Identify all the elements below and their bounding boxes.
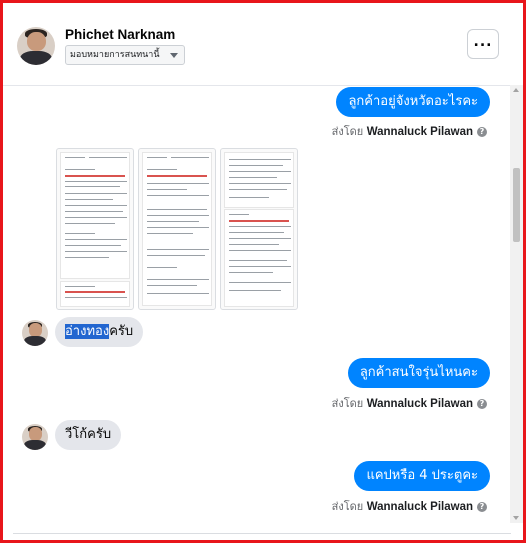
sent-by-label: ส่งโดย Wannaluck Pilawan?	[332, 122, 487, 140]
chevron-down-icon	[169, 53, 178, 58]
document-attachment[interactable]	[138, 148, 216, 310]
sender-name: Wannaluck Pilawan	[366, 398, 473, 410]
sent-by-label: ส่งโดย Wannaluck Pilawan?	[332, 497, 487, 515]
chat-window: Phichet Narknam มอบหมายการสนทนานี้ ... ล…	[0, 0, 526, 543]
contact-avatar-small[interactable]	[22, 424, 48, 450]
selected-text: อ่างทอง	[65, 324, 110, 339]
scrollbar-thumb[interactable]	[513, 168, 520, 242]
sent-by-label: ส่งโดย Wannaluck Pilawan?	[332, 394, 487, 412]
contact-name[interactable]: Phichet Narknam	[65, 27, 175, 42]
composer-edge	[13, 533, 511, 540]
sent-by-prefix: ส่งโดย	[331, 500, 364, 513]
more-icon: ...	[473, 34, 493, 50]
contact-avatar-small[interactable]	[22, 320, 48, 346]
scroll-down-icon[interactable]	[513, 516, 519, 520]
assign-conversation-label: มอบหมายการสนทนานี้	[70, 50, 160, 60]
scroll-up-icon[interactable]	[513, 88, 519, 92]
assign-conversation-dropdown[interactable]: มอบหมายการสนทนานี้	[65, 45, 185, 65]
sent-by-prefix: ส่งโดย	[331, 397, 364, 410]
conversation-header: Phichet Narknam มอบหมายการสนทนานี้ ...	[3, 3, 523, 86]
incoming-message[interactable]: อ่างทองครับ	[55, 317, 144, 347]
outgoing-message[interactable]: ลูกค้าอยู่จังหวัดอะไรคะ	[336, 87, 490, 117]
contact-avatar[interactable]	[17, 27, 55, 65]
info-icon[interactable]: ?	[477, 502, 487, 512]
outgoing-message[interactable]: แคปหรือ 4 ประตูคะ	[354, 461, 490, 491]
sender-name: Wannaluck Pilawan	[366, 126, 473, 138]
document-attachment[interactable]	[220, 148, 298, 310]
outgoing-message[interactable]: ลูกค้าสนใจรุ่นไหนคะ	[347, 358, 490, 388]
document-attachment[interactable]	[56, 148, 134, 310]
incoming-message[interactable]: วีโก้ครับ	[55, 420, 122, 450]
more-options-button[interactable]: ...	[467, 29, 499, 59]
scrollbar[interactable]	[510, 85, 523, 523]
info-icon[interactable]: ?	[477, 399, 487, 409]
sender-name: Wannaluck Pilawan	[366, 501, 473, 513]
info-icon[interactable]: ?	[477, 127, 487, 137]
message-text: ครับ	[109, 324, 134, 339]
sent-by-prefix: ส่งโดย	[331, 125, 364, 138]
